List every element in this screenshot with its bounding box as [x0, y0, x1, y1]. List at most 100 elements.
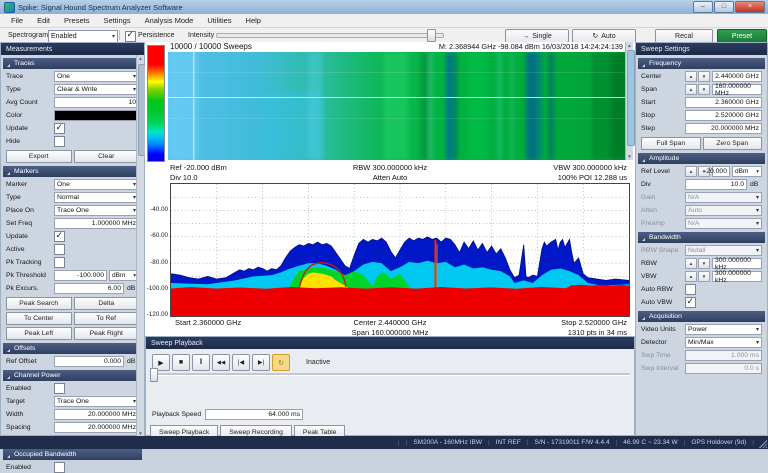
offsets-section-header[interactable]: Offsets	[3, 343, 142, 354]
single-button[interactable]: → Single	[505, 29, 569, 43]
marker-select[interactable]: One	[54, 179, 139, 190]
ref-level-unit-select[interactable]: dBm	[732, 166, 762, 177]
spacing-field[interactable]: 20.000000 MHz	[54, 422, 139, 433]
rbw-up-icon[interactable]: ▲	[685, 258, 697, 269]
measurements-scrollbar[interactable]: ▲ ▼	[136, 55, 144, 437]
auto-button[interactable]: ↻ Auto	[572, 29, 636, 43]
ref-level-field[interactable]: -20.000	[712, 166, 730, 177]
amplitude-section-header[interactable]: Amplitude	[638, 153, 765, 164]
trace-color-swatch[interactable]	[54, 110, 139, 121]
spectrum-plot[interactable]	[170, 183, 630, 317]
channel-power-section-header[interactable]: Channel Power	[3, 370, 142, 381]
export-button[interactable]: Export	[6, 150, 72, 163]
span-down-icon[interactable]: ▼	[698, 84, 710, 95]
menu-presets[interactable]: Presets	[57, 14, 96, 27]
width-field[interactable]: 20.000000 MHz	[54, 409, 139, 420]
span-field[interactable]: 160.000000 MHz	[712, 84, 762, 95]
detector-select[interactable]: Min/Max	[685, 337, 762, 348]
scroll-up-icon[interactable]: ▲	[626, 42, 633, 49]
gain-select[interactable]: N/A	[685, 192, 762, 203]
stop-field[interactable]: 2.520000 GHz	[685, 110, 762, 121]
center-field[interactable]: 2.440000 GHz	[712, 71, 762, 82]
video-units-select[interactable]: Power	[685, 324, 762, 335]
rewind-button[interactable]: ◀◀	[212, 354, 230, 371]
zero-span-button[interactable]: Zero Span	[703, 137, 763, 150]
menu-analysis-mode[interactable]: Analysis Mode	[138, 14, 201, 27]
menu-utilities[interactable]: Utilities	[200, 14, 238, 27]
preamp-select[interactable]: N/A	[685, 218, 762, 229]
rbw-down-icon[interactable]: ▼	[698, 258, 710, 269]
clear-button[interactable]: Clear	[74, 150, 140, 163]
auto-vbw-checkbox[interactable]	[685, 297, 696, 308]
loop-button[interactable]: ↻	[272, 354, 290, 371]
step-forward-button[interactable]: ▶|	[252, 354, 270, 371]
marker-update-checkbox[interactable]	[54, 231, 65, 242]
atten-select[interactable]: Auto	[685, 205, 762, 216]
scroll-down-icon[interactable]: ▼	[626, 153, 633, 160]
pause-button[interactable]: ‖	[192, 354, 210, 371]
markers-section-header[interactable]: Markers	[3, 166, 142, 177]
trace-select[interactable]: One	[54, 71, 139, 82]
vbw-down-icon[interactable]: ▼	[698, 271, 710, 282]
ref-offset-field[interactable]: 0.000	[54, 356, 124, 367]
traces-section-header[interactable]: Traces	[3, 58, 142, 69]
place-on-select[interactable]: Trace One	[54, 205, 139, 216]
step-field[interactable]: 20.000000 MHz	[685, 123, 762, 134]
peak-search-button[interactable]: Peak Search	[6, 297, 72, 310]
to-center-button[interactable]: To Center	[6, 312, 72, 325]
target-select[interactable]: Trace One	[54, 396, 139, 407]
cp-enabled-checkbox[interactable]	[54, 383, 65, 394]
ref-level-up-icon[interactable]: ▲	[685, 166, 697, 177]
menu-edit[interactable]: Edit	[30, 14, 57, 27]
span-up-icon[interactable]: ▲	[685, 84, 697, 95]
rbw-field[interactable]: 300.000000 kHz	[712, 258, 762, 269]
persistence-checkbox[interactable]	[125, 31, 136, 42]
div-field[interactable]: 10.0	[685, 179, 747, 190]
pk-tracking-checkbox[interactable]	[54, 257, 65, 268]
auto-rbw-checkbox[interactable]	[685, 284, 696, 295]
resize-grip[interactable]	[759, 440, 767, 448]
full-span-button[interactable]: Full Span	[641, 137, 701, 150]
bandwidth-section-header[interactable]: Bandwidth	[638, 232, 765, 243]
intensity-slider-handle[interactable]	[427, 29, 436, 42]
peak-right-button[interactable]: Peak Right	[74, 327, 140, 340]
swp-time-field[interactable]: 1.000 ms	[685, 350, 762, 361]
spectrogram-waterfall[interactable]	[168, 52, 628, 160]
sweep-playback-header[interactable]: Sweep Playback	[146, 337, 634, 349]
measurements-header[interactable]: Measurements	[1, 43, 144, 55]
stop-button[interactable]: ■	[172, 354, 190, 371]
pk-threshold-unit-select[interactable]: dBm	[109, 270, 139, 281]
vbw-field[interactable]: 300.000000 kHz	[712, 271, 762, 282]
hide-checkbox[interactable]	[54, 136, 65, 147]
swp-interval-field[interactable]: 0.0 s	[685, 363, 762, 374]
peak-left-button[interactable]: Peak Left	[6, 327, 72, 340]
menu-file[interactable]: File	[4, 14, 30, 27]
menu-settings[interactable]: Settings	[96, 14, 137, 27]
acquisition-section-header[interactable]: Acquisition	[638, 311, 765, 322]
maximize-button[interactable]: □	[714, 1, 734, 13]
menu-help[interactable]: Help	[239, 14, 268, 27]
delta-button[interactable]: Delta	[74, 297, 140, 310]
pk-threshold-field[interactable]: -100.000	[54, 270, 107, 281]
trace-type-select[interactable]: Clear & Write	[54, 84, 139, 95]
step-back-button[interactable]: |◀	[232, 354, 250, 371]
minimize-button[interactable]: –	[693, 1, 713, 13]
avg-count-field[interactable]: 10	[54, 97, 139, 108]
vbw-up-icon[interactable]: ▲	[685, 271, 697, 282]
preset-button[interactable]: Preset	[717, 29, 767, 43]
spectrogram-scrollbar[interactable]: ▲ ▼	[625, 42, 633, 160]
trace-update-checkbox[interactable]	[54, 123, 65, 134]
intensity-slider[interactable]	[216, 33, 444, 38]
to-ref-button[interactable]: To Ref	[74, 312, 140, 325]
pk-excurs-field[interactable]: 6.00	[54, 283, 124, 294]
close-button[interactable]: ×	[735, 1, 765, 13]
playback-speed-field[interactable]: 64.000 ms	[205, 409, 303, 420]
center-down-icon[interactable]: ▼	[698, 71, 710, 82]
playback-position-slider[interactable]	[150, 373, 630, 376]
sweep-settings-header[interactable]: Sweep Settings	[636, 43, 767, 55]
start-field[interactable]: 2.360000 GHz	[685, 97, 762, 108]
obw-enabled-checkbox[interactable]	[54, 462, 65, 473]
center-up-icon[interactable]: ▲	[685, 71, 697, 82]
scroll-up-icon[interactable]: ▲	[137, 55, 144, 62]
rbw-shape-select[interactable]: Nutall	[685, 245, 762, 256]
